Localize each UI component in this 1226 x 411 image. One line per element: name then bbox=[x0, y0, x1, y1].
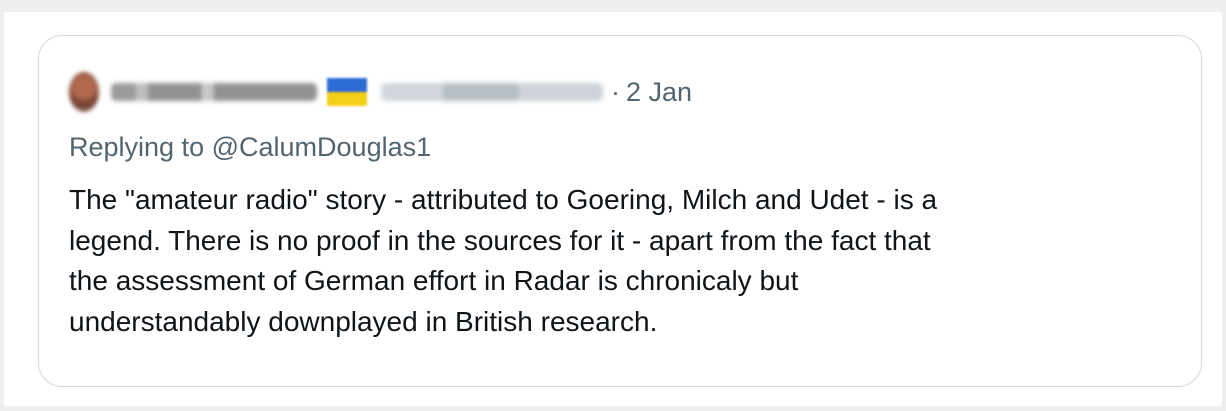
tweet-text-line: the assessment of German effort in Radar… bbox=[69, 265, 799, 296]
blurred-display-name[interactable] bbox=[111, 83, 317, 101]
tweet-text-line: The "amateur radio" story - attributed t… bbox=[69, 184, 938, 215]
replying-to: Replying to @CalumDouglas1 bbox=[69, 127, 431, 167]
quoted-tweet-card[interactable]: · 2 Jan Replying to @CalumDouglas1 The "… bbox=[38, 35, 1202, 387]
blurred-handle[interactable] bbox=[381, 83, 603, 101]
flag-blue-stripe bbox=[327, 78, 367, 92]
tweet-text: The "amateur radio" story - attributed t… bbox=[69, 180, 1169, 342]
flag-yellow-stripe bbox=[327, 92, 367, 106]
tweet-text-line: legend. There is no proof in the sources… bbox=[69, 224, 931, 256]
ukraine-flag-icon bbox=[327, 78, 367, 106]
tweet-text-line: understandably downplayed in British res… bbox=[69, 305, 658, 337]
avatar[interactable] bbox=[69, 72, 99, 112]
separator-dot: · bbox=[611, 76, 620, 107]
timestamp[interactable]: 2 Jan bbox=[626, 77, 692, 108]
tweet-header: · 2 Jan bbox=[69, 69, 692, 115]
replying-to-label: Replying to bbox=[69, 132, 205, 162]
page-frame: · 2 Jan Replying to @CalumDouglas1 The "… bbox=[4, 12, 1222, 406]
replying-to-handle[interactable]: @CalumDouglas1 bbox=[212, 132, 432, 162]
